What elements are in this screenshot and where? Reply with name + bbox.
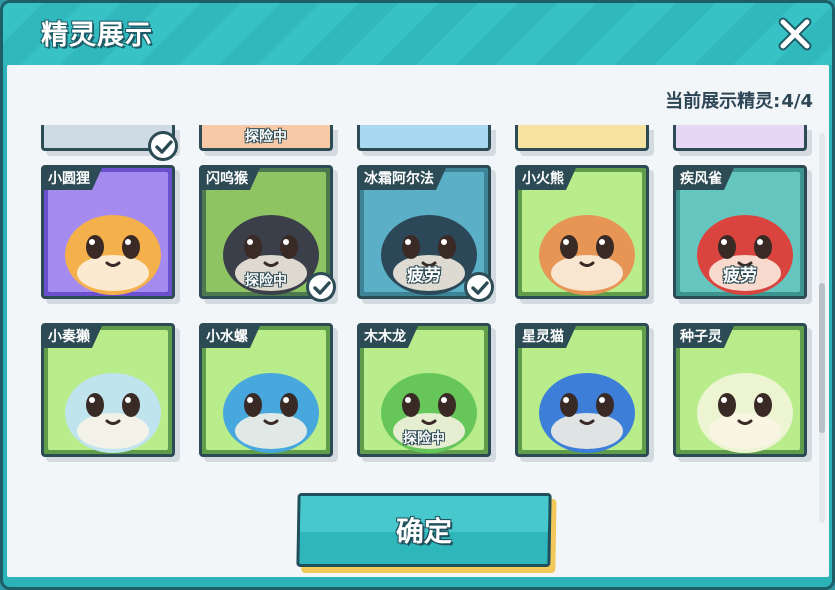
sprite-card[interactable]: 疾风雀疲劳 bbox=[673, 165, 807, 299]
sprite-name: 星灵猫 bbox=[518, 326, 576, 348]
card-background bbox=[680, 330, 800, 453]
sprite-card-partial[interactable]: 探险中 bbox=[199, 125, 333, 151]
sprite-name: 冰霜阿尔法 bbox=[360, 168, 446, 190]
sprite-portrait-icon bbox=[539, 215, 635, 295]
checkmark-icon bbox=[471, 281, 489, 295]
sprite-name: 闪呜猴 bbox=[202, 168, 260, 190]
confirm-button[interactable]: 确定 bbox=[296, 493, 552, 567]
sprite-name: 小水螺 bbox=[202, 326, 260, 348]
sprite-card[interactable]: 种子灵 bbox=[673, 323, 807, 457]
scrollbar-thumb[interactable] bbox=[819, 283, 825, 433]
card-background bbox=[206, 330, 326, 453]
selected-check-badge bbox=[306, 272, 336, 302]
card-background bbox=[48, 330, 168, 453]
sprite-card[interactable]: 小火熊 bbox=[515, 165, 649, 299]
display-counter: 当前展示精灵:4/4 bbox=[665, 87, 813, 113]
close-button[interactable] bbox=[776, 15, 814, 53]
sprite-status: 探险中 bbox=[403, 431, 445, 447]
dialog-body: 当前展示精灵:4/4 探险中 小圆狸 闪呜猴 探险中 冰霜阿尔法 疲劳 小火熊 疾风雀 疲劳 小奏… bbox=[7, 65, 829, 577]
checkmark-icon bbox=[313, 281, 331, 295]
sprite-card[interactable]: 小水螺 bbox=[199, 323, 333, 457]
sprite-name: 疾风雀 bbox=[676, 168, 734, 190]
sprite-card[interactable]: 木木龙探险中 bbox=[357, 323, 491, 457]
sprite-grid: 探险中 小圆狸 闪呜猴 探险中 冰霜阿尔法 疲劳 小火熊 疾风雀 疲劳 小奏獭 小水螺 木木龙 探险中星… bbox=[37, 125, 817, 525]
sprite-card[interactable]: 小奏獭 bbox=[41, 323, 175, 457]
sprite-portrait-icon bbox=[697, 373, 793, 453]
sprite-name: 小圆狸 bbox=[44, 168, 102, 190]
sprite-portrait-icon bbox=[65, 215, 161, 295]
sprite-display-dialog: 精灵展示 当前展示精灵:4/4 探险中 小圆狸 闪呜猴 探险中 冰霜阿尔法 疲劳 小火熊 疾风… bbox=[0, 0, 835, 590]
counter-value: 4/4 bbox=[781, 91, 813, 112]
card-background bbox=[522, 172, 642, 295]
close-icon bbox=[778, 17, 812, 51]
sprite-portrait-icon bbox=[223, 373, 319, 453]
sprite-status: 探险中 bbox=[245, 129, 287, 145]
sprite-portrait-icon bbox=[65, 373, 161, 453]
sprite-name: 种子灵 bbox=[676, 326, 734, 348]
card-background bbox=[522, 129, 642, 144]
sprite-card-partial[interactable] bbox=[515, 125, 649, 151]
dialog-title: 精灵展示 bbox=[41, 20, 153, 51]
sprite-status: 疲劳 bbox=[723, 266, 757, 286]
sprite-portrait-icon bbox=[539, 373, 635, 453]
sprite-card-partial[interactable] bbox=[673, 125, 807, 151]
sprite-card[interactable]: 小圆狸 bbox=[41, 165, 175, 299]
selected-check-badge bbox=[464, 272, 494, 302]
selected-check-badge bbox=[148, 131, 178, 161]
counter-label: 当前展示精灵: bbox=[665, 91, 781, 112]
confirm-button-label: 确定 bbox=[395, 515, 453, 548]
sprite-name: 小火熊 bbox=[518, 168, 576, 190]
card-background bbox=[522, 330, 642, 453]
sprite-card-partial[interactable] bbox=[357, 125, 491, 151]
card-background bbox=[364, 129, 484, 144]
dialog-header: 精灵展示 bbox=[3, 3, 832, 65]
sprite-name: 小奏獭 bbox=[44, 326, 102, 348]
card-background bbox=[48, 172, 168, 295]
sprite-name: 木木龙 bbox=[360, 326, 418, 348]
card-background bbox=[680, 129, 800, 144]
scrollbar[interactable] bbox=[819, 133, 825, 523]
sprite-card[interactable]: 星灵猫 bbox=[515, 323, 649, 457]
checkmark-icon bbox=[155, 140, 173, 154]
